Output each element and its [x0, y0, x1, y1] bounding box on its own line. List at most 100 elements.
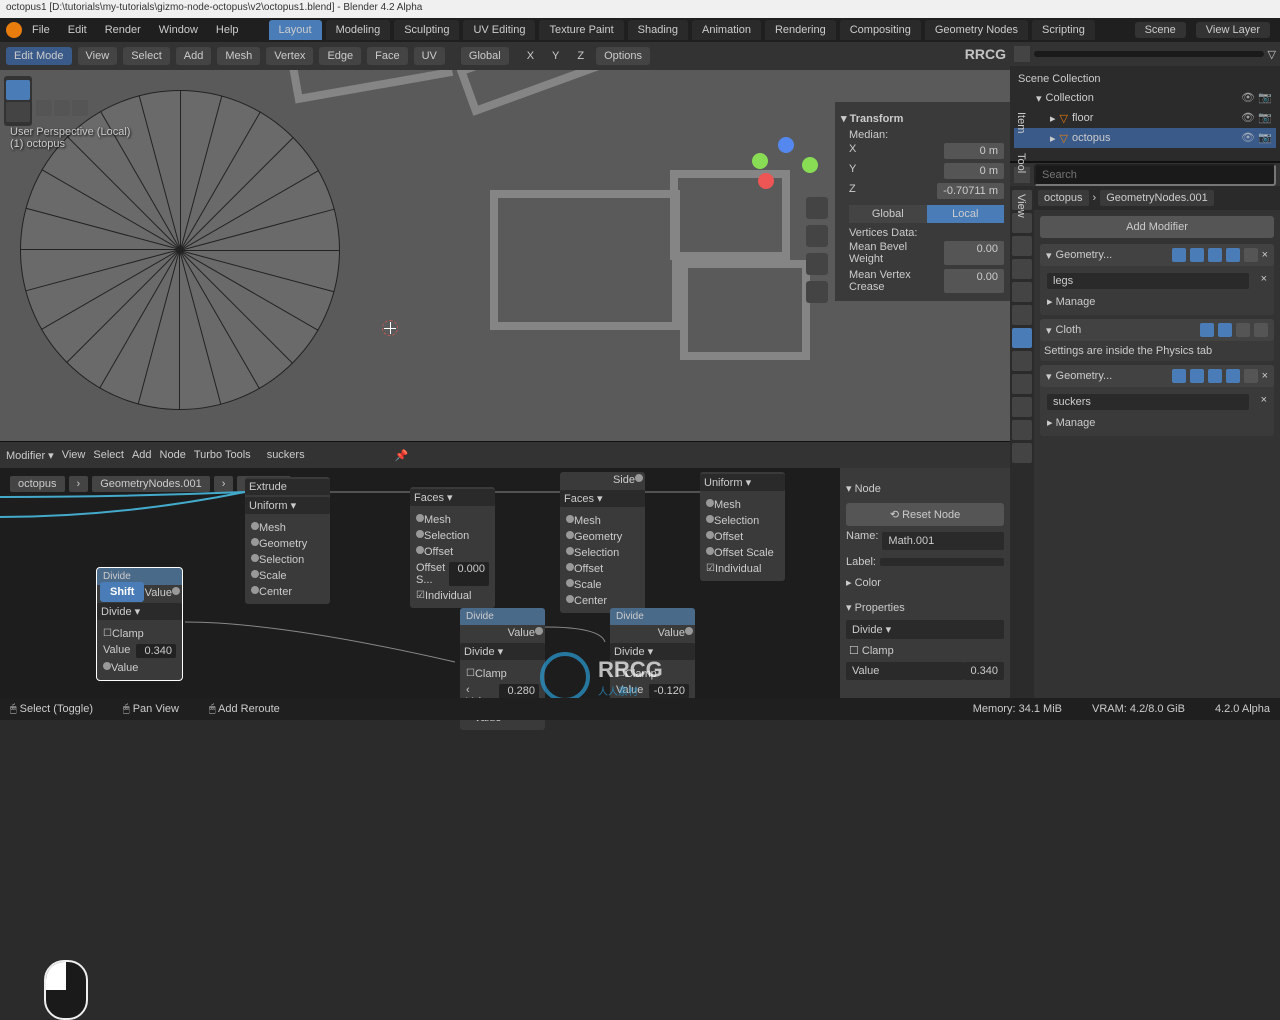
scene-collection-item[interactable]: Scene Collection	[1014, 70, 1276, 88]
ne-add[interactable]: Add	[132, 449, 152, 461]
tab-modeling[interactable]: Modeling	[326, 20, 391, 40]
viewlayer-selector[interactable]: View Layer	[1196, 22, 1270, 38]
menu-render[interactable]: Render	[97, 20, 149, 40]
tab-compositing[interactable]: Compositing	[840, 20, 921, 40]
mod-cage-icon[interactable]	[1208, 248, 1222, 262]
blender-icon[interactable]	[6, 22, 22, 38]
ptab-mesh[interactable]	[1012, 420, 1032, 440]
xyz-z[interactable]: Z	[571, 47, 590, 65]
node-editor[interactable]: Modifier ▾ View Select Add Node Turbo To…	[0, 442, 1010, 720]
tab-texturepaint[interactable]: Texture Paint	[539, 20, 623, 40]
ext1-mode[interactable]: Extrude	[245, 479, 330, 495]
node-extrude1[interactable]: Extrude Uniform ▾ Mesh Geometry Selectio…	[245, 477, 330, 604]
outliner-mode-icon[interactable]	[1014, 46, 1030, 62]
node-name-input[interactable]: Math.001	[882, 532, 1004, 550]
sock-scale[interactable]: Scale	[249, 568, 326, 584]
xyz-x[interactable]: X	[521, 47, 540, 65]
node-extrude4[interactable]: Uniform ▾ Mesh Selection Offset Offset S…	[700, 472, 785, 581]
ptab-modifier[interactable]	[1012, 328, 1032, 348]
axis-y[interactable]	[752, 153, 768, 169]
menu-edit[interactable]: Edit	[60, 20, 95, 40]
axis-neg[interactable]	[802, 157, 818, 173]
pbread-obj[interactable]: octopus	[1038, 190, 1089, 206]
node-label-input[interactable]	[880, 558, 1004, 566]
mod3-tree[interactable]: suckers	[1047, 394, 1249, 410]
reset-node-button[interactable]: ⟲ Reset Node	[846, 503, 1004, 526]
mod-extra-icon[interactable]	[1244, 248, 1258, 262]
nodetree-name[interactable]: suckers	[267, 449, 387, 461]
select-menu[interactable]: Select	[123, 47, 170, 65]
space-global[interactable]: Global	[849, 205, 927, 223]
add-menu[interactable]: Add	[176, 47, 212, 65]
ext3-mode[interactable]: Faces ▾	[560, 490, 645, 507]
select-vertex[interactable]	[36, 100, 52, 116]
camera-vis-icon[interactable]: 📷	[1258, 91, 1272, 105]
viewport-3d[interactable]: Edit Mode View Select Add Mesh Vertex Ed…	[0, 42, 1010, 442]
nav-gizmo[interactable]	[750, 137, 810, 197]
clamp-check[interactable]: ☐ Clamp	[846, 641, 1004, 660]
tab-sculpting[interactable]: Sculpting	[394, 20, 459, 40]
node-panel-header[interactable]: ▾ Node	[846, 478, 1004, 499]
mod3-manage[interactable]: ▸ Manage	[1044, 413, 1270, 432]
ne-select[interactable]: Select	[93, 449, 124, 461]
outliner-search-a[interactable]	[1034, 51, 1264, 57]
tab-scripting[interactable]: Scripting	[1032, 20, 1095, 40]
tab-layout[interactable]: Layout	[269, 20, 322, 40]
ptab-world[interactable]	[1012, 282, 1032, 302]
mode-selector[interactable]: Edit Mode	[6, 47, 72, 65]
scene-selector[interactable]: Scene	[1135, 22, 1186, 38]
mod1-manage[interactable]: ▸ Manage	[1044, 292, 1270, 311]
mod3-header[interactable]: ▾Geometry... ×	[1040, 365, 1274, 387]
color-panel[interactable]: ▸ Color	[846, 572, 1004, 593]
bread-obj[interactable]: octopus	[10, 476, 65, 492]
add-modifier-button[interactable]: Add Modifier	[1040, 216, 1274, 238]
div2-header[interactable]: Divide	[460, 608, 545, 625]
ne-turbo[interactable]: Turbo Tools	[194, 449, 251, 461]
vertex-menu[interactable]: Vertex	[266, 47, 313, 65]
node-extrude2[interactable]: Faces ▾ Mesh Selection Offset Offset S..…	[410, 487, 495, 608]
bread-mod[interactable]: GeometryNodes.001	[92, 476, 210, 492]
filter-icon[interactable]: ▽	[1268, 48, 1276, 61]
edge-menu[interactable]: Edge	[319, 47, 361, 65]
transform-header[interactable]: ▾ Transform	[841, 108, 1004, 129]
value-input[interactable]: 0.340	[964, 662, 1004, 680]
ntab-tool[interactable]: Tool	[1011, 153, 1027, 173]
bevel-weight-value[interactable]: 0.00	[944, 241, 1004, 265]
ext4-mode[interactable]: Uniform ▾	[700, 474, 785, 491]
space-local[interactable]: Local	[927, 205, 1005, 223]
sock-mesh[interactable]: Mesh	[249, 520, 326, 536]
uv-menu[interactable]: UV	[414, 47, 445, 65]
orientation-selector[interactable]: Global	[461, 47, 509, 65]
operation-select[interactable]: Divide ▾	[846, 620, 1004, 639]
tab-geonodes[interactable]: Geometry Nodes	[925, 20, 1028, 40]
node-extrude3[interactable]: Side Faces ▾ Mesh Geometry Selection Off…	[560, 472, 645, 613]
mod1-tree[interactable]: legs	[1047, 273, 1249, 289]
view-menu[interactable]: View	[78, 47, 118, 65]
sock-geo[interactable]: Geometry	[249, 536, 326, 552]
axis-z[interactable]	[778, 137, 794, 153]
octopus-item[interactable]: ▸ ▽ octopus👁📷	[1014, 128, 1276, 148]
xyz-y[interactable]: Y	[546, 47, 565, 65]
ptab-constraints[interactable]	[1012, 397, 1032, 417]
ptab-object[interactable]	[1012, 305, 1032, 325]
median-y-value[interactable]: 0 m	[944, 163, 1004, 179]
mod-close-icon[interactable]: ×	[1262, 249, 1268, 261]
ptab-particles[interactable]	[1012, 351, 1032, 371]
ne-view[interactable]: View	[62, 449, 86, 461]
perspective-icon[interactable]	[806, 281, 828, 303]
floor-item[interactable]: ▸ ▽ floor👁📷	[1014, 108, 1276, 128]
collection-item[interactable]: ▾ Collection👁📷	[1014, 88, 1276, 108]
median-x-value[interactable]: 0 m	[944, 143, 1004, 159]
menu-window[interactable]: Window	[151, 20, 206, 40]
tab-shading[interactable]: Shading	[628, 20, 688, 40]
tool-cursor[interactable]	[6, 102, 30, 122]
props-panel[interactable]: ▾ Properties	[846, 597, 1004, 618]
menu-help[interactable]: Help	[208, 20, 247, 40]
pbread-mod[interactable]: GeometryNodes.001	[1100, 190, 1214, 206]
crease-value[interactable]: 0.00	[944, 269, 1004, 293]
ptab-material[interactable]	[1012, 443, 1032, 463]
eye-icon[interactable]: 👁	[1241, 91, 1255, 105]
pin-icon[interactable]: 📌	[395, 449, 409, 462]
mod2-header[interactable]: ▾Cloth	[1040, 319, 1274, 341]
modifier-dropdown[interactable]: Modifier ▾	[6, 449, 54, 462]
